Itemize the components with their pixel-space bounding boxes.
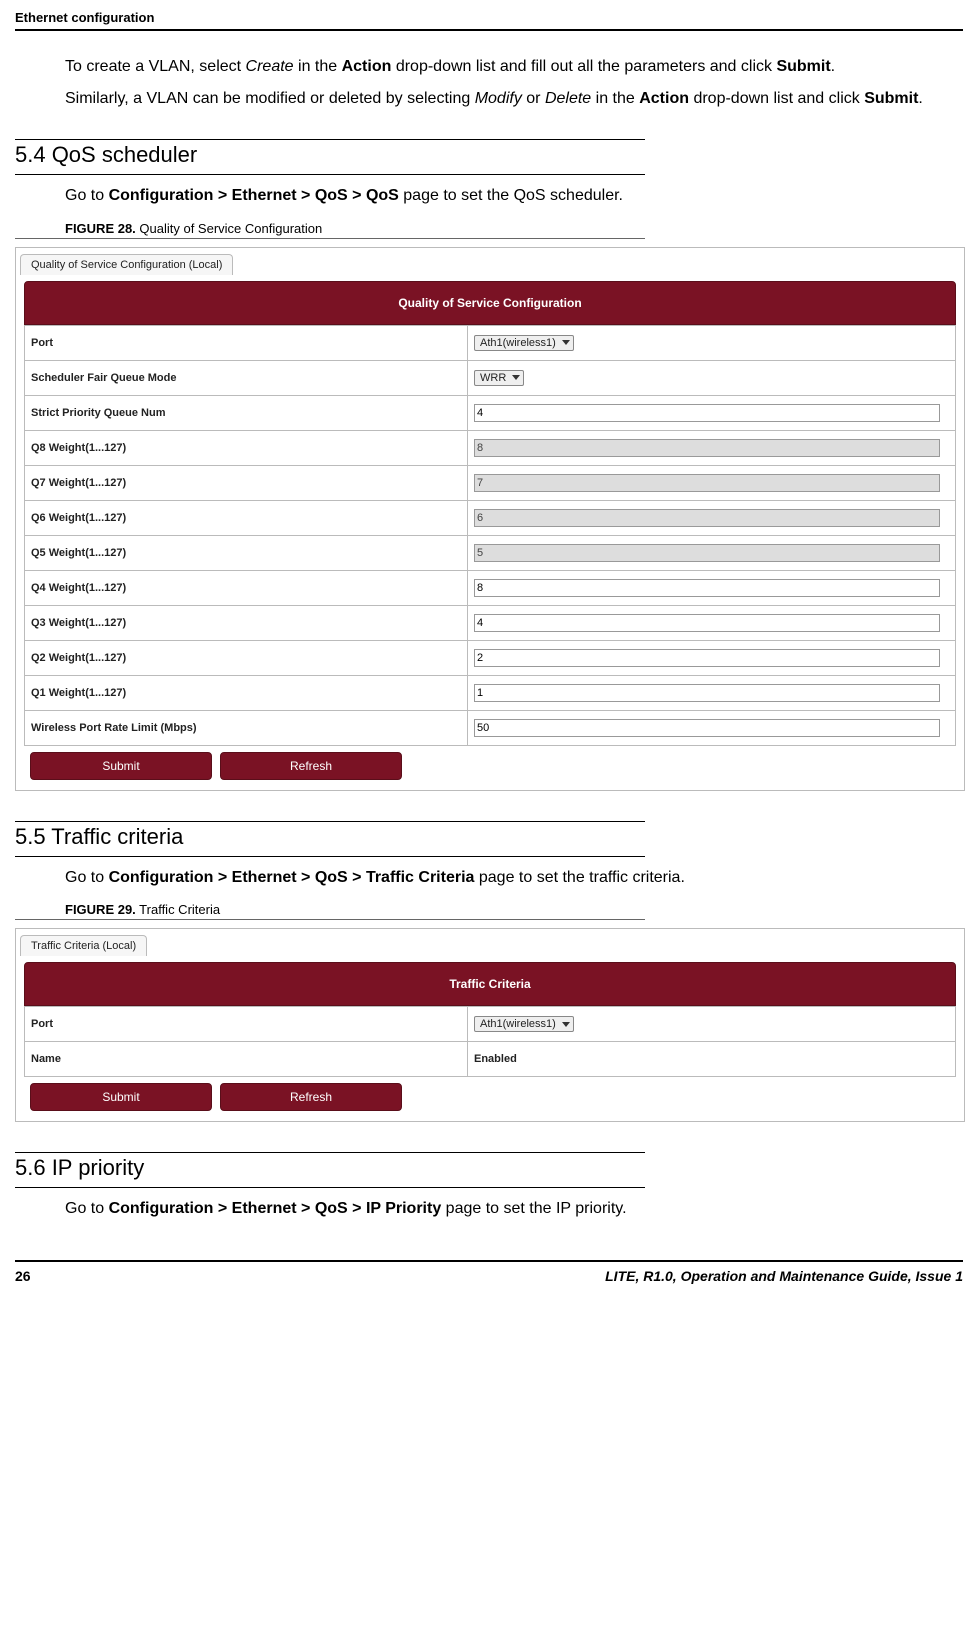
figure-divider	[15, 238, 645, 239]
page-footer: 26 LITE, R1.0, Operation and Maintenance…	[15, 1260, 963, 1284]
intro-paragraph-1: To create a VLAN, select Create in the A…	[65, 56, 963, 78]
submit-word: Submit	[776, 58, 830, 75]
scheduler-label: Scheduler Fair Queue Mode	[25, 360, 468, 395]
qos-banner: Quality of Service Configuration	[24, 281, 956, 325]
q3-label: Q3 Weight(1...127)	[25, 605, 468, 640]
qos-configuration-panel: Quality of Service Configuration (Local)…	[15, 247, 965, 791]
q2-input[interactable]	[474, 649, 940, 667]
text: page to set the IP priority.	[441, 1200, 626, 1217]
chevron-down-icon	[512, 375, 520, 380]
submit-button[interactable]: Submit	[30, 1083, 212, 1111]
text: page to set the QoS scheduler.	[399, 187, 623, 204]
submit-word: Submit	[864, 90, 918, 107]
q5-label: Q5 Weight(1...127)	[25, 535, 468, 570]
nav-path: Configuration > Ethernet > QoS > IP Prio…	[109, 1200, 442, 1217]
text: drop-down list and click	[689, 90, 864, 107]
traffic-criteria-tab[interactable]: Traffic Criteria (Local)	[20, 935, 147, 956]
q7-input	[474, 474, 940, 492]
port-dropdown[interactable]: Ath1(wireless1)	[474, 335, 574, 351]
qos-form-table: Port Ath1(wireless1) Scheduler Fair Queu…	[24, 325, 956, 746]
text: in the	[591, 90, 639, 107]
figure-29-caption: FIGURE 29. Traffic Criteria	[65, 902, 963, 917]
figure-label: FIGURE 29.	[65, 902, 136, 917]
text: Go to	[65, 869, 109, 886]
section-5-5-body: Go to Configuration > Ethernet > QoS > T…	[65, 867, 963, 889]
submit-button[interactable]: Submit	[30, 752, 212, 780]
rate-limit-label: Wireless Port Rate Limit (Mbps)	[25, 710, 468, 745]
section-5-4-body: Go to Configuration > Ethernet > QoS > Q…	[65, 185, 963, 207]
tc-name-label: Name	[25, 1042, 468, 1077]
figure-title: Quality of Service Configuration	[136, 221, 322, 236]
scheduler-dropdown[interactable]: WRR	[474, 370, 524, 386]
qos-tab[interactable]: Quality of Service Configuration (Local)	[20, 254, 233, 275]
tc-name-header: Enabled	[468, 1042, 956, 1077]
text: page to set the traffic criteria.	[474, 869, 684, 886]
refresh-button[interactable]: Refresh	[220, 1083, 402, 1111]
nav-path: Configuration > Ethernet > QoS > Traffic…	[109, 869, 475, 886]
traffic-criteria-panel: Traffic Criteria (Local) Traffic Criteri…	[15, 928, 965, 1122]
text: Go to	[65, 187, 109, 204]
section-divider	[15, 856, 645, 857]
traffic-criteria-table: Port Ath1(wireless1) Name Enabled	[24, 1006, 956, 1077]
figure-title: Traffic Criteria	[136, 902, 220, 917]
q6-label: Q6 Weight(1...127)	[25, 500, 468, 535]
strict-priority-label: Strict Priority Queue Num	[25, 395, 468, 430]
intro-paragraph-2: Similarly, a VLAN can be modified or del…	[65, 88, 963, 110]
text: in the	[294, 58, 342, 75]
q8-input	[474, 439, 940, 457]
q1-input[interactable]	[474, 684, 940, 702]
action-word: Action	[639, 90, 689, 107]
chevron-down-icon	[562, 1022, 570, 1027]
modify-word: Modify	[475, 90, 522, 107]
figure-divider	[15, 919, 645, 920]
q6-input	[474, 509, 940, 527]
section-divider	[15, 821, 645, 822]
nav-path: Configuration > Ethernet > QoS > QoS	[109, 187, 399, 204]
q4-input[interactable]	[474, 579, 940, 597]
q4-label: Q4 Weight(1...127)	[25, 570, 468, 605]
text: Similarly, a VLAN can be modified or del…	[65, 90, 475, 107]
refresh-button[interactable]: Refresh	[220, 752, 402, 780]
page-number: 26	[15, 1268, 31, 1284]
scheduler-value: WRR	[480, 372, 506, 384]
section-5-4-heading: 5.4 QoS scheduler	[15, 142, 963, 168]
chapter-header: Ethernet configuration	[15, 10, 963, 31]
text: To create a VLAN, select	[65, 58, 246, 75]
q1-label: Q1 Weight(1...127)	[25, 675, 468, 710]
section-5-6-body: Go to Configuration > Ethernet > QoS > I…	[65, 1198, 963, 1220]
chevron-down-icon	[562, 340, 570, 345]
q8-label: Q8 Weight(1...127)	[25, 430, 468, 465]
section-5-5-heading: 5.5 Traffic criteria	[15, 824, 963, 850]
figure-label: FIGURE 28.	[65, 221, 136, 236]
section-5-6-heading: 5.6 IP priority	[15, 1155, 963, 1181]
q5-input	[474, 544, 940, 562]
doc-title-footer: LITE, R1.0, Operation and Maintenance Gu…	[605, 1268, 963, 1284]
text: Go to	[65, 1200, 109, 1217]
figure-28-caption: FIGURE 28. Quality of Service Configurat…	[65, 221, 963, 236]
traffic-criteria-banner: Traffic Criteria	[24, 962, 956, 1006]
section-divider	[15, 1187, 645, 1188]
delete-word: Delete	[545, 90, 591, 107]
port-value: Ath1(wireless1)	[480, 337, 556, 349]
port-label: Port	[25, 325, 468, 360]
strict-priority-input[interactable]	[474, 404, 940, 422]
tc-port-dropdown[interactable]: Ath1(wireless1)	[474, 1016, 574, 1032]
text: drop-down list and fill out all the para…	[391, 58, 776, 75]
create-word: Create	[246, 58, 294, 75]
q3-input[interactable]	[474, 614, 940, 632]
section-divider	[15, 1152, 645, 1153]
section-divider	[15, 174, 645, 175]
rate-limit-input[interactable]	[474, 719, 940, 737]
tc-port-value: Ath1(wireless1)	[480, 1018, 556, 1030]
q2-label: Q2 Weight(1...127)	[25, 640, 468, 675]
text: .	[831, 58, 835, 75]
text: .	[918, 90, 922, 107]
section-divider	[15, 139, 645, 140]
action-word: Action	[342, 58, 392, 75]
text: or	[522, 90, 545, 107]
tc-port-label: Port	[25, 1007, 468, 1042]
q7-label: Q7 Weight(1...127)	[25, 465, 468, 500]
